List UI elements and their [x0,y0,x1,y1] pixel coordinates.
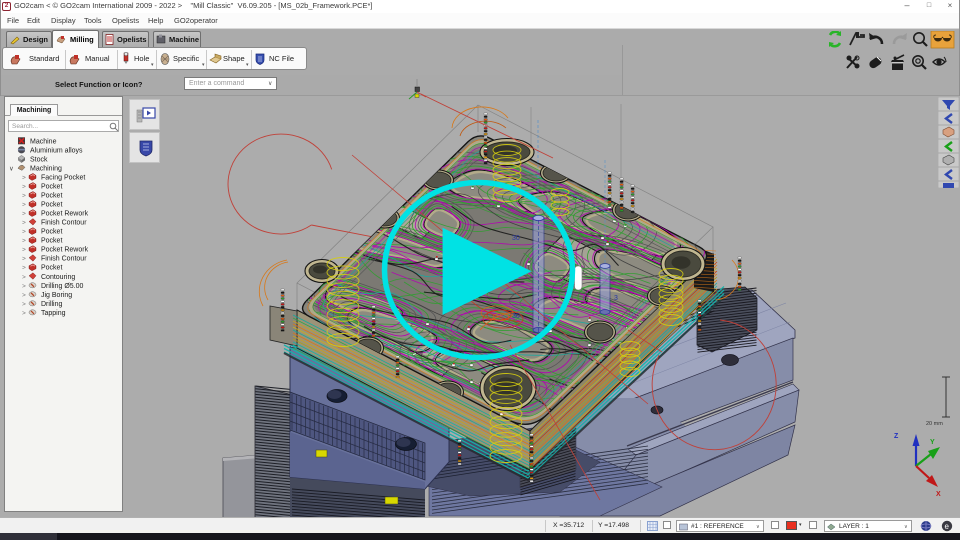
svg-text:>: > [22,247,26,254]
svg-text:>: > [22,310,26,317]
svg-text:Drilling Ø5.00: Drilling Ø5.00 [41,283,84,290]
svg-text:>: > [22,238,26,245]
svg-text:∨: ∨ [9,166,14,173]
svg-text:20 mm: 20 mm [926,421,943,427]
svg-text:30: 30 [512,235,520,242]
svg-text:Drilling: Drilling [41,301,63,308]
svg-text:>: > [22,220,26,227]
svg-text:Contouring: Contouring [41,274,75,281]
svg-text:>: > [22,183,26,190]
svg-text:>: > [22,265,26,272]
svg-text:>: > [22,174,26,181]
svg-text:>: > [22,292,26,299]
svg-text:3: 3 [614,295,618,302]
svg-text:Pocket: Pocket [41,229,62,236]
svg-text:X: X [936,491,941,498]
svg-text:Machine: Machine [30,138,57,145]
svg-text:Pocket: Pocket [41,193,62,200]
svg-text:>: > [22,229,26,236]
svg-text:Z: Z [894,433,899,440]
svg-text:Pocket: Pocket [41,265,62,272]
svg-text:Stock: Stock [30,156,48,163]
svg-text:Machining: Machining [30,165,62,172]
svg-text:Facing Pocket: Facing Pocket [41,174,85,181]
svg-text:Pocket: Pocket [41,202,62,209]
svg-text:Pocket Rework: Pocket Rework [41,211,89,218]
svg-text:Pocket Rework: Pocket Rework [41,247,89,254]
svg-text:Finish Contour: Finish Contour [41,256,87,263]
svg-text:>: > [22,211,26,218]
svg-text:>: > [22,283,26,290]
svg-text:e: e [945,522,950,531]
svg-text:Y: Y [930,439,935,446]
svg-text:Aluminium alloys: Aluminium alloys [30,147,83,154]
svg-text:Pocket: Pocket [41,238,62,245]
svg-text:30: 30 [512,313,520,320]
svg-text:>: > [22,202,26,209]
svg-text:Finish Contour: Finish Contour [41,220,87,227]
svg-text:Pocket: Pocket [41,183,62,190]
svg-text:>: > [22,193,26,200]
svg-text:>: > [22,256,26,263]
svg-text:Jig Boring: Jig Boring [41,292,72,299]
svg-text:Tapping: Tapping [41,310,66,317]
svg-text:>: > [22,274,26,281]
svg-text:>: > [22,301,26,308]
